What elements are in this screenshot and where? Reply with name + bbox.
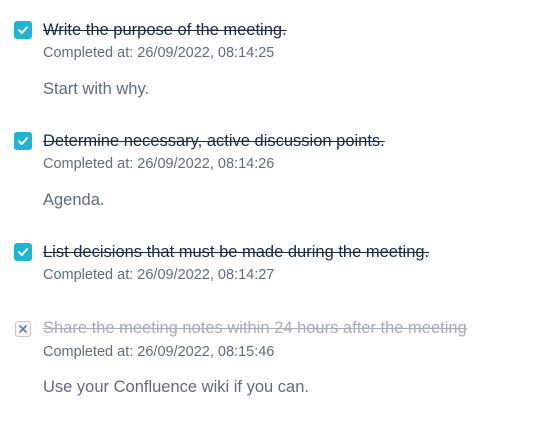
- task-item: Share the meeting notes within 24 hours …: [14, 318, 539, 396]
- task-note: Start with why.: [43, 80, 150, 98]
- completed-timestamp: Completed at: 26/09/2022, 08:14:25: [43, 45, 275, 61]
- task-item: Write the purpose of the meeting. Comple…: [14, 20, 539, 98]
- task-title: Share the meeting notes within 24 hours …: [43, 319, 467, 337]
- completed-timestamp: Completed at: 26/09/2022, 08:15:46: [43, 344, 275, 360]
- task-row: Determine necessary, active discussion p…: [14, 131, 539, 153]
- completed-timestamp: Completed at: 26/09/2022, 08:14:27: [43, 267, 275, 283]
- checkbox-checked-icon[interactable]: [14, 243, 32, 261]
- task-note: Agenda.: [43, 191, 105, 209]
- task-row: Share the meeting notes within 24 hours …: [14, 318, 539, 340]
- task-title: List decisions that must be made during …: [43, 243, 430, 261]
- task-row: List decisions that must be made during …: [14, 242, 539, 264]
- task-item: Determine necessary, active discussion p…: [14, 131, 539, 209]
- checkbox-checked-icon[interactable]: [14, 132, 32, 150]
- task-title: Write the purpose of the meeting.: [43, 21, 287, 39]
- task-note: Use your Confluence wiki if you can.: [43, 378, 309, 396]
- completed-timestamp: Completed at: 26/09/2022, 08:14:26: [43, 156, 275, 172]
- checkbox-checked-icon[interactable]: [14, 21, 32, 39]
- task-row: Write the purpose of the meeting.: [14, 20, 539, 42]
- task-item: List decisions that must be made during …: [14, 242, 539, 283]
- checkbox-cancelled-icon[interactable]: [15, 321, 31, 337]
- task-title: Determine necessary, active discussion p…: [43, 132, 385, 150]
